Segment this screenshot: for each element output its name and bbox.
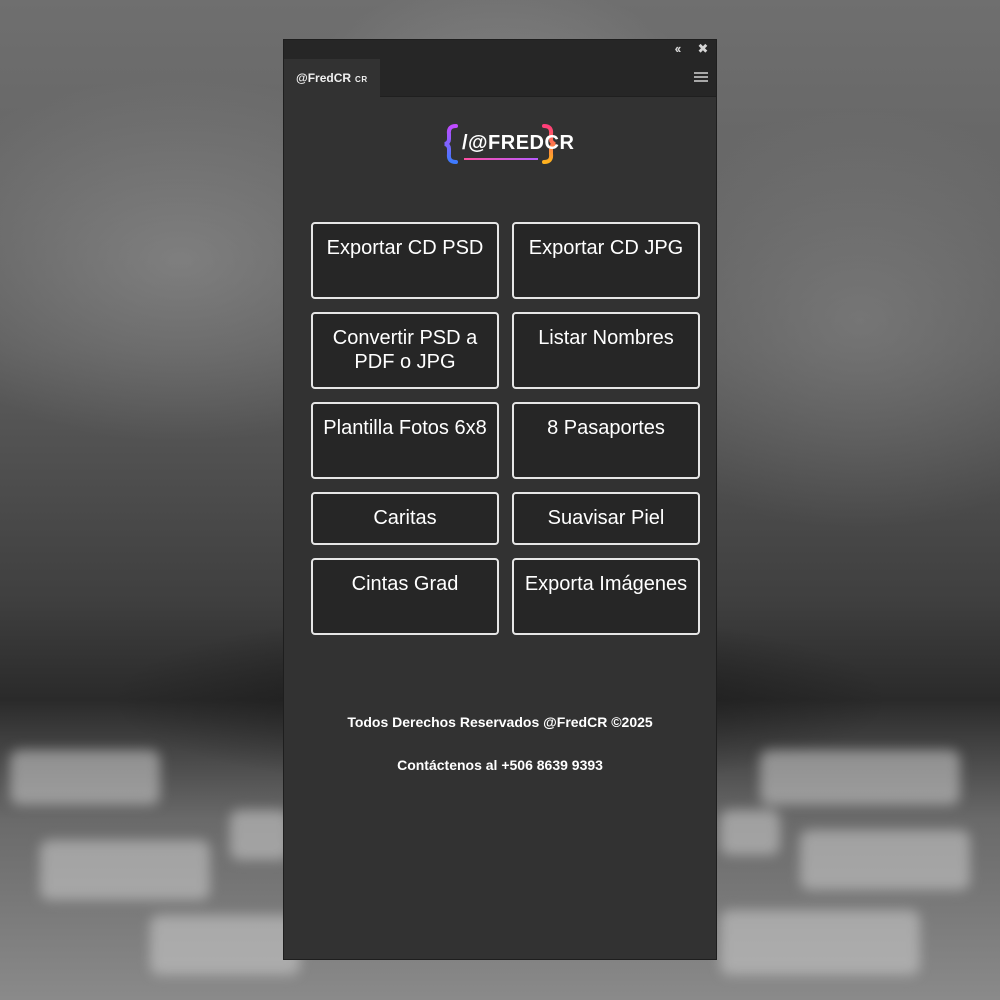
- list-names-button[interactable]: Listar Nombres: [512, 312, 700, 389]
- close-panel-icon[interactable]: ✖: [696, 41, 710, 57]
- photo-template-button[interactable]: Plantilla Fotos 6x8: [311, 402, 499, 479]
- collapse-panel-icon[interactable]: ‹‹: [670, 41, 684, 57]
- logo-underline: [464, 158, 538, 160]
- smooth-skin-button[interactable]: Suavisar Piel: [512, 492, 700, 545]
- panel-tab-bar: @FredCR CR: [284, 59, 716, 97]
- tab-suffix: CR: [355, 75, 368, 84]
- fredcr-logo: /@FREDCR: [444, 124, 574, 164]
- passports-button[interactable]: 8 Pasaportes: [512, 402, 700, 479]
- copyright-text: Todos Derechos Reservados @FredCR ©2025: [347, 714, 653, 730]
- hamburger-menu-icon[interactable]: [694, 72, 708, 84]
- export-cd-jpg-button[interactable]: Exportar CD JPG: [512, 222, 700, 299]
- extension-panel: ‹‹ ✖ @FredCR CR /@FREDCR Exportar CD PSD…: [284, 40, 716, 959]
- grad-ribbons-button[interactable]: Cintas Grad: [311, 558, 499, 635]
- tab-fredcr[interactable]: @FredCR CR: [284, 59, 380, 97]
- contact-text: Contáctenos al +506 8639 9393: [397, 757, 603, 773]
- export-images-button[interactable]: Exporta Imágenes: [512, 558, 700, 635]
- panel-title-bar: ‹‹ ✖: [284, 40, 716, 59]
- export-cd-psd-button[interactable]: Exportar CD PSD: [311, 222, 499, 299]
- convert-psd-button[interactable]: Convertir PSD a PDF o JPG: [311, 312, 499, 389]
- tab-title: @FredCR: [296, 71, 352, 85]
- caritas-button[interactable]: Caritas: [311, 492, 499, 545]
- logo-text: /@FREDCR: [462, 132, 575, 154]
